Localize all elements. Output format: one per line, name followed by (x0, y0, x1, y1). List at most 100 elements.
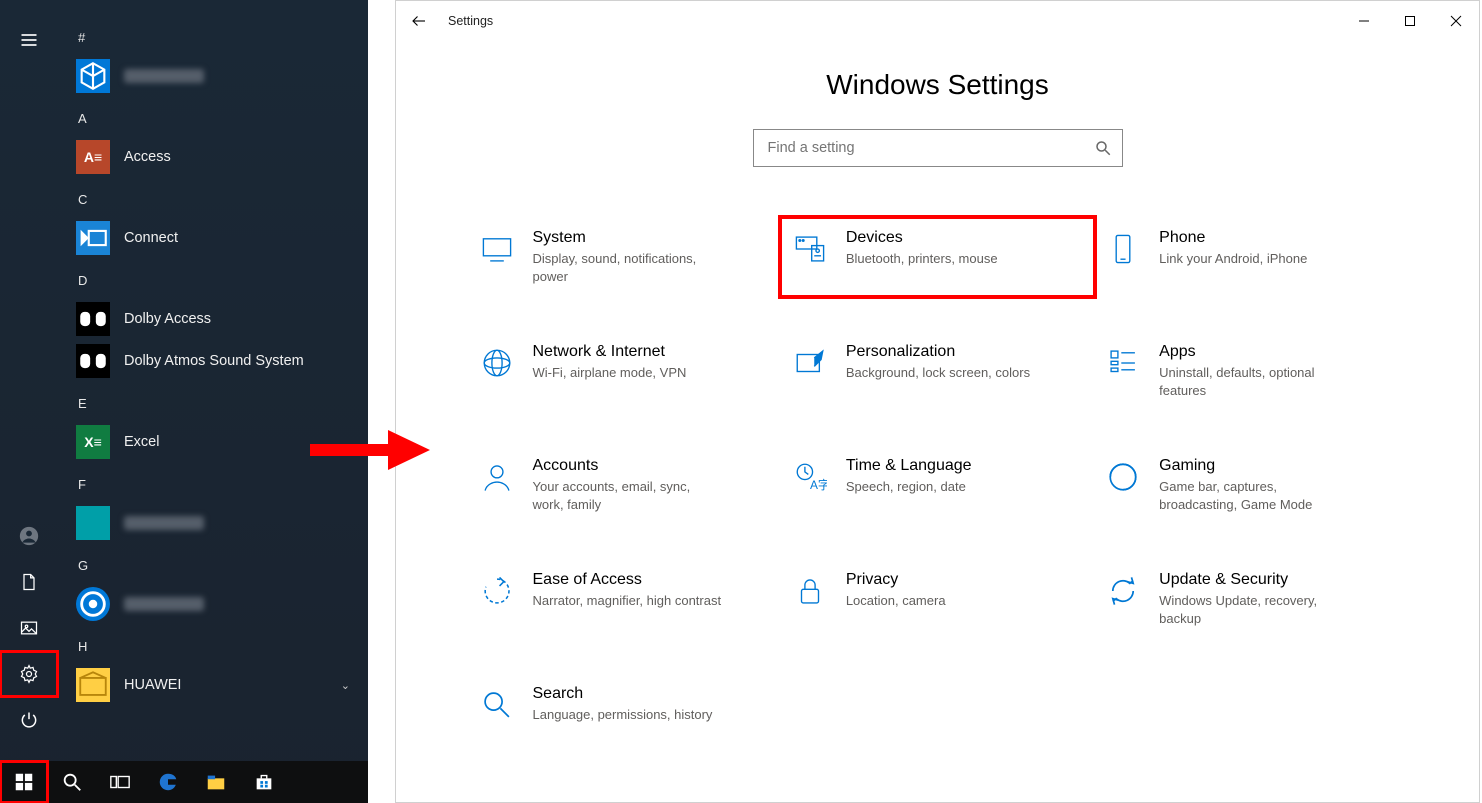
category-desc: Speech, region, date (846, 478, 972, 496)
search-icon (1094, 139, 1112, 157)
app-label: Excel (124, 434, 159, 450)
category-title: Network & Internet (533, 343, 687, 361)
time-language-icon: A字 (790, 457, 830, 497)
category-title: Personalization (846, 343, 1030, 361)
section-header[interactable]: C (58, 178, 368, 217)
section-header[interactable]: F (58, 463, 368, 502)
settings-icon[interactable] (0, 651, 58, 697)
section-header[interactable]: A (58, 97, 368, 136)
category-title: Devices (846, 229, 998, 247)
section-header[interactable]: # (58, 16, 368, 55)
svg-text:A字: A字 (810, 478, 827, 492)
settings-window: Settings Windows Settings SystemDisplay,… (395, 0, 1480, 803)
minimize-button[interactable] (1341, 1, 1387, 41)
category-time-language[interactable]: A字 Time & Language Speech, region, date (786, 451, 1089, 519)
chevron-down-icon: ⌄ (341, 679, 350, 692)
category-desc: Uninstall, defaults, optional features (1159, 364, 1349, 399)
category-desc: Language, permissions, history (533, 706, 713, 724)
start-menu-rail (0, 0, 58, 803)
app-item[interactable] (58, 583, 368, 625)
category-desc: Background, lock screen, colors (846, 364, 1030, 382)
category-phone[interactable]: PhoneLink your Android, iPhone (1099, 223, 1402, 291)
category-title: Gaming (1159, 457, 1349, 475)
category-desc: Windows Update, recovery, backup (1159, 592, 1349, 627)
maximize-button[interactable] (1387, 1, 1433, 41)
start-button[interactable] (0, 761, 48, 803)
app-item-excel[interactable]: X≡ Excel (58, 421, 368, 463)
category-search[interactable]: SearchLanguage, permissions, history (473, 679, 776, 731)
category-desc: Bluetooth, printers, mouse (846, 250, 998, 268)
start-menu: # A A≡ Access C Connect D Dolby Access (0, 0, 368, 803)
category-ease-of-access[interactable]: Ease of Access Narrator, magnifier, high … (473, 565, 776, 633)
app-label: Access (124, 149, 171, 165)
privacy-icon (790, 571, 830, 611)
category-title: Ease of Access (533, 571, 722, 589)
category-personalization[interactable]: Personalization Background, lock screen, … (786, 337, 1089, 405)
gaming-icon (1103, 457, 1143, 497)
category-privacy[interactable]: Privacy Location, camera (786, 565, 1089, 633)
app-icon-3d (76, 59, 110, 93)
power-icon[interactable] (0, 697, 58, 743)
app-item-dolby-atmos[interactable]: Dolby Atmos Sound System (58, 340, 368, 382)
section-header[interactable]: H (58, 625, 368, 664)
search-input[interactable] (768, 140, 1094, 156)
category-title: Time & Language (846, 457, 972, 475)
update-icon (1103, 571, 1143, 611)
taskbar-search-icon[interactable] (48, 761, 96, 803)
back-button[interactable] (396, 1, 442, 41)
category-system[interactable]: SystemDisplay, sound, notifications, pow… (473, 223, 776, 291)
app-label (124, 69, 204, 83)
section-header[interactable]: D (58, 259, 368, 298)
app-icon-huawei (76, 668, 110, 702)
taskbar-explorer-icon[interactable] (192, 761, 240, 803)
category-accounts[interactable]: AccountsYour accounts, email, sync, work… (473, 451, 776, 519)
app-icon-teal (76, 506, 110, 540)
category-desc: Location, camera (846, 592, 946, 610)
section-header[interactable]: E (58, 382, 368, 421)
app-label (124, 516, 204, 530)
app-icon-access: A≡ (76, 140, 110, 174)
app-icon-excel: X≡ (76, 425, 110, 459)
app-item[interactable] (58, 502, 368, 544)
system-icon (477, 229, 517, 269)
category-network[interactable]: Network & InternetWi-Fi, airplane mode, … (473, 337, 776, 405)
user-icon[interactable] (0, 513, 58, 559)
app-label (124, 597, 204, 611)
titlebar: Settings (396, 1, 1479, 41)
documents-icon[interactable] (0, 559, 58, 605)
search-category-icon (477, 685, 517, 725)
search-box[interactable] (753, 129, 1123, 167)
pictures-icon[interactable] (0, 605, 58, 651)
category-title: Privacy (846, 571, 946, 589)
app-label: Dolby Access (124, 311, 211, 327)
category-devices[interactable]: Devices Bluetooth, printers, mouse (786, 223, 1089, 291)
apps-icon (1103, 343, 1143, 383)
app-item-huawei[interactable]: HUAWEI ⌄ (58, 664, 368, 706)
accounts-icon (477, 457, 517, 497)
personalization-icon (790, 343, 830, 383)
category-desc: Display, sound, notifications, power (533, 250, 723, 285)
app-icon-connect (76, 221, 110, 255)
app-item-access[interactable]: A≡ Access (58, 136, 368, 178)
category-update-security[interactable]: Update & SecurityWindows Update, recover… (1099, 565, 1402, 633)
category-desc: Narrator, magnifier, high contrast (533, 592, 722, 610)
category-title: Apps (1159, 343, 1349, 361)
app-item[interactable] (58, 55, 368, 97)
taskbar-store-icon[interactable] (240, 761, 288, 803)
app-label: HUAWEI (124, 677, 181, 693)
app-label: Connect (124, 230, 178, 246)
category-gaming[interactable]: Gaming Game bar, captures, broadcasting, … (1099, 451, 1402, 519)
hamburger-icon[interactable] (0, 18, 58, 62)
close-button[interactable] (1433, 1, 1479, 41)
taskbar-edge-icon[interactable] (144, 761, 192, 803)
page-title: Windows Settings (396, 69, 1479, 101)
category-desc: Game bar, captures, broadcasting, Game M… (1159, 478, 1349, 513)
app-item-dolby-access[interactable]: Dolby Access (58, 298, 368, 340)
titlebar-title: Settings (442, 14, 493, 28)
section-header[interactable]: G (58, 544, 368, 583)
app-item-connect[interactable]: Connect (58, 217, 368, 259)
app-icon-dolby (76, 302, 110, 336)
category-title: Accounts (533, 457, 723, 475)
taskbar-taskview-icon[interactable] (96, 761, 144, 803)
category-apps[interactable]: Apps Uninstall, defaults, optional featur… (1099, 337, 1402, 405)
